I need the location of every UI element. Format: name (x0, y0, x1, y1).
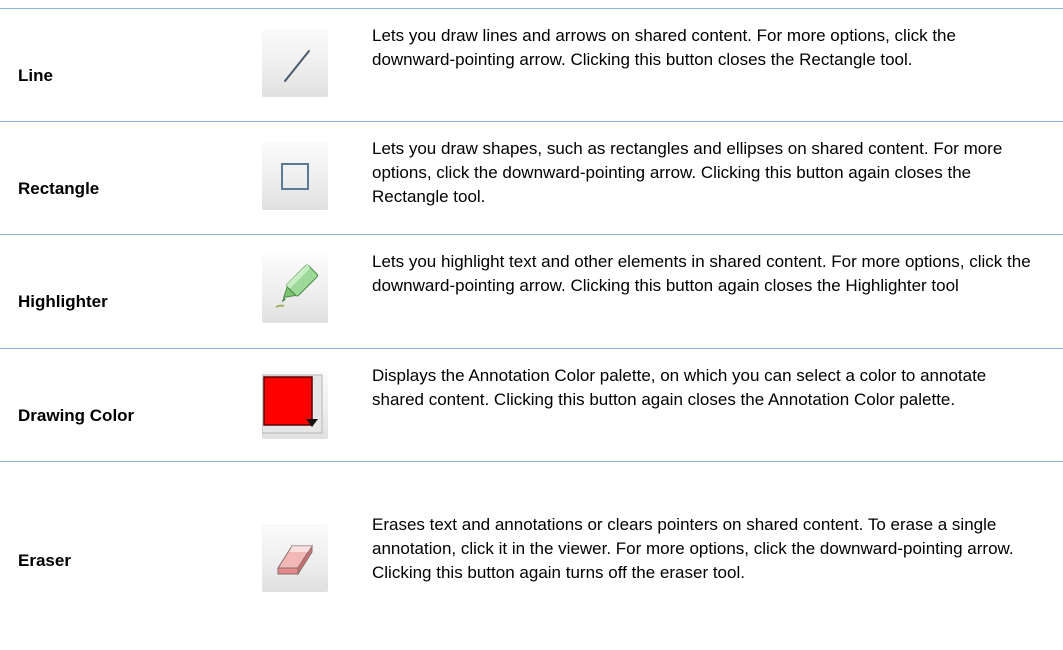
tool-desc-drawing-color: Displays the Annotation Color palette, o… (372, 366, 987, 409)
tool-name-drawing-color: Drawing Color (18, 406, 135, 425)
tool-desc-rectangle: Lets you draw shapes, such as rectangles… (372, 139, 1003, 206)
rectangle-icon (281, 163, 309, 190)
drawing-color-button[interactable] (262, 371, 328, 439)
table-row-line: Line Lets you draw lines and arrows on s… (0, 9, 1063, 121)
line-button[interactable] (262, 29, 328, 97)
table-row-rectangle: Rectangle Lets you draw shapes, such as … (0, 122, 1063, 234)
drawing-color-icon (262, 374, 323, 434)
eraser-icon (277, 544, 313, 576)
table-row-eraser: Eraser Erases text and annotations or cl… (0, 462, 1063, 650)
tool-name-eraser: Eraser (18, 551, 71, 570)
tool-name-rectangle: Rectangle (18, 179, 100, 198)
line-icon (284, 50, 310, 82)
highlighter-icon (275, 264, 319, 308)
tool-name-highlighter: Highlighter (18, 292, 108, 311)
tool-desc-line: Lets you draw lines and arrows on shared… (372, 26, 956, 69)
tool-desc-highlighter: Lets you highlight text and other elemen… (372, 252, 1031, 295)
tool-reference-table: Line Lets you draw lines and arrows on s… (0, 0, 1063, 650)
rectangle-button[interactable] (262, 142, 328, 210)
table-row-drawing-color: Drawing Color Displays the Annotation Co… (0, 349, 1063, 461)
highlighter-button[interactable] (262, 255, 328, 323)
tool-desc-eraser: Erases text and annotations or clears po… (372, 515, 1014, 582)
eraser-button[interactable] (262, 524, 328, 592)
table-row-highlighter: Highlighter Lets you highlight text and … (0, 235, 1063, 348)
tool-name-line: Line (18, 66, 53, 85)
